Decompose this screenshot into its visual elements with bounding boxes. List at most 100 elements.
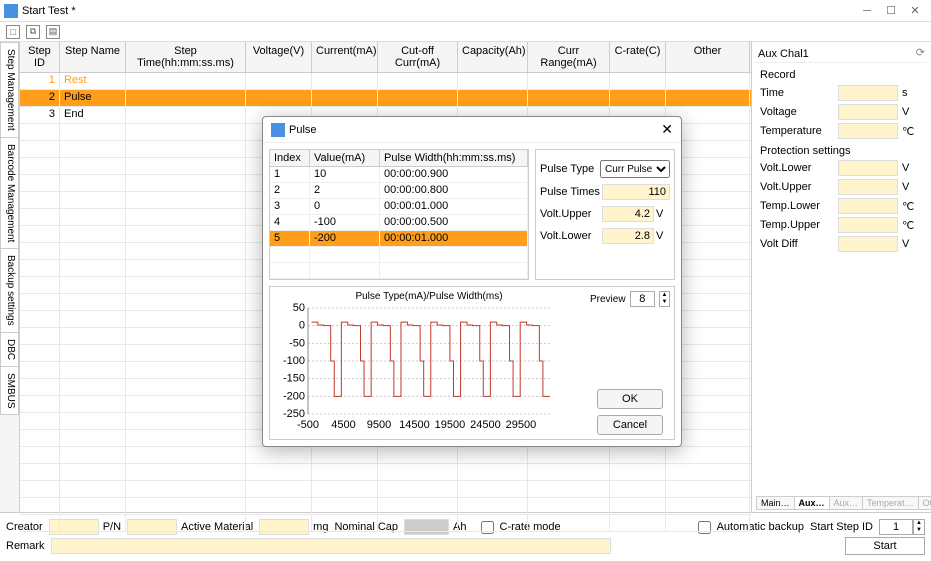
svg-text:-200: -200 [283,390,305,402]
aux-subtab-aux2[interactable]: Aux… [829,496,864,510]
open-icon[interactable]: ⧉ [26,25,40,39]
pulse-table-row[interactable]: 11000:00:00.900 [270,167,528,183]
pulse-table-row[interactable]: 3000:00:01.000 [270,199,528,215]
svg-text:24500: 24500 [470,419,501,431]
minimize-button[interactable]: ─ [855,5,879,17]
pulse-type-select[interactable]: Curr Pulse [600,160,670,178]
side-tab-dbc[interactable]: DBC [0,332,19,367]
aux-subtab-main[interactable]: Main… [756,496,795,510]
aux-title: Aux Chal1 [756,46,927,63]
col-cutoff-curr: Cut-off Curr(mA) [378,42,458,72]
svg-text:-150: -150 [283,373,305,385]
table-row[interactable]: 1Rest [20,73,751,90]
svg-text:-50: -50 [289,337,305,349]
pulse-col-index: Index [270,150,310,166]
aux-input[interactable] [838,179,898,195]
pulse-side-panel: Pulse Type Curr Pulse Pulse Times 110 Vo… [535,149,675,280]
spin-down-icon[interactable]: ▼ [914,527,924,534]
aux-refresh-icon[interactable]: ⟳ [916,46,925,59]
preview-spin-up-icon[interactable]: ▲ [660,292,669,299]
remark-label: Remark [6,540,45,552]
table-row[interactable] [20,515,751,532]
maximize-button[interactable]: ☐ [879,4,903,17]
volt-lower-value[interactable]: 2.8 [602,228,654,244]
modal-icon [271,123,285,137]
table-row[interactable]: 2Pulse [20,90,751,107]
window-title: Start Test * [22,5,855,17]
table-row[interactable] [20,481,751,498]
pulse-times-value[interactable]: 110 [602,184,670,200]
col-voltage: Voltage(V) [246,42,312,72]
table-row[interactable] [20,498,751,515]
aux-protection-heading: Protection settings [760,145,923,157]
col-capacity: Capacity(Ah) [458,42,528,72]
table-row[interactable] [20,447,751,464]
aux-input[interactable] [838,104,898,120]
aux-subtabs: Main… Aux… Aux… Temperat… Other [756,496,931,510]
preview-spin-down-icon[interactable]: ▼ [660,299,669,306]
svg-text:29500: 29500 [506,419,537,431]
aux-subtab-other[interactable]: Other [918,496,931,510]
start-step-id-spinner[interactable]: ▲▼ [879,519,925,535]
aux-row: Temp.Upper℃ [760,217,923,233]
side-tab-barcode-management[interactable]: Barcode Management [0,137,19,249]
window-titlebar: Start Test * ─ ☐ ✕ [0,0,931,22]
pulse-table-row[interactable]: 5-20000:00:01.000 [270,231,528,247]
volt-lower-label: Volt.Lower [540,230,602,242]
app-icon [4,4,18,18]
grid-header: Step ID Step Name Step Time(hh:mm:ss.ms)… [20,42,751,73]
aux-row: Volt.UpperV [760,179,923,195]
col-other: Other [666,42,750,72]
aux-subtab-temperature[interactable]: Temperat… [862,496,919,510]
pulse-times-label: Pulse Times [540,186,602,198]
close-button[interactable]: ✕ [903,4,927,17]
start-step-id-input[interactable] [879,519,913,535]
volt-upper-value[interactable]: 4.2 [602,206,654,222]
cancel-button[interactable]: Cancel [597,415,663,435]
preview-value[interactable]: 8 [630,291,655,307]
ok-button[interactable]: OK [597,389,663,409]
aux-input[interactable] [838,160,898,176]
start-button[interactable]: Start [845,537,925,555]
pulse-table-row[interactable] [270,247,528,263]
pulse-table-row[interactable] [270,263,528,279]
aux-subtab-aux1[interactable]: Aux… [794,496,830,510]
svg-text:4500: 4500 [331,419,355,431]
pulse-table-row[interactable]: 2200:00:00.800 [270,183,528,199]
volt-lower-unit: V [656,230,670,242]
aux-input[interactable] [838,123,898,139]
side-tab-step-management[interactable]: Step Management [0,42,19,138]
pulse-table: Index Value(mA) Pulse Width(hh:mm:ss.ms)… [269,149,529,280]
side-tab-smbus[interactable]: SMBUS [0,366,19,416]
remark-field[interactable] [51,538,611,554]
chart-title: Pulse Type(mA)/Pulse Width(ms) [274,291,584,302]
aux-input[interactable] [838,85,898,101]
aux-row: Temp.Lower℃ [760,198,923,214]
side-tab-backup-settings[interactable]: Backup settings [0,248,19,333]
table-row[interactable] [20,464,751,481]
save-icon[interactable]: ▤ [46,25,60,39]
start-step-id-label: Start Step ID [810,521,873,533]
aux-input[interactable] [838,198,898,214]
aux-input[interactable] [838,236,898,252]
spin-up-icon[interactable]: ▲ [914,520,924,527]
preview-label: Preview [590,294,626,305]
new-icon[interactable]: □ [6,25,20,39]
aux-input[interactable] [838,217,898,233]
col-step-time: Step Time(hh:mm:ss.ms) [126,42,246,72]
aux-row: Volt DiffV [760,236,923,252]
volt-upper-unit: V [656,208,670,220]
col-crate: C-rate(C) [610,42,666,72]
col-curr-range: Curr Range(mA) [528,42,610,72]
aux-record-heading: Record [760,69,923,81]
modal-title-text: Pulse [289,124,661,136]
svg-text:-100: -100 [283,355,305,367]
svg-text:19500: 19500 [435,419,466,431]
svg-text:0: 0 [299,320,305,332]
svg-text:9500: 9500 [367,419,391,431]
modal-close-button[interactable]: ✕ [661,121,673,138]
pulse-table-row[interactable]: 4-10000:00:00.500 [270,215,528,231]
volt-upper-label: Volt.Upper [540,208,602,220]
side-tabs: Step Management Barcode Management Backu… [0,42,20,512]
pulse-modal: Pulse ✕ Index Value(mA) Pulse Width(hh:m… [262,116,682,447]
